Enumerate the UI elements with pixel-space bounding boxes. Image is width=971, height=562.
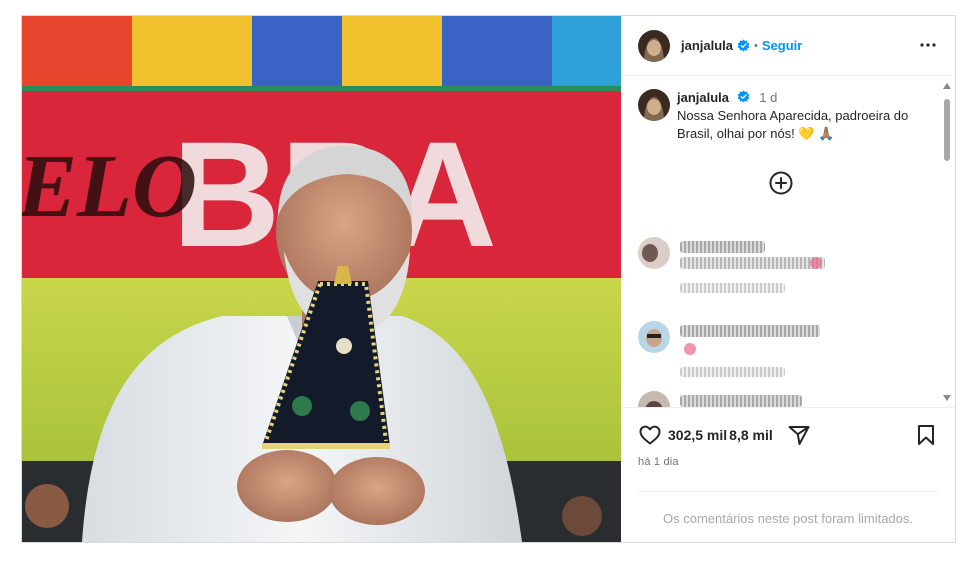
post-side-panel: janjalula • Seguir janjalula 1 d Nossa S… (621, 16, 955, 542)
follow-button[interactable]: Seguir (762, 38, 802, 53)
comments-scrollbar[interactable] (942, 81, 951, 403)
verified-badge-icon (737, 39, 750, 52)
blurred-emoji (684, 343, 696, 355)
avatar[interactable] (638, 89, 670, 121)
post-caption: janjalula 1 d Nossa Senhora Aparecida, p… (638, 89, 938, 143)
more-options-icon[interactable] (919, 38, 937, 52)
comment-avatar[interactable] (638, 321, 670, 353)
bookmark-icon[interactable] (914, 423, 938, 447)
header-username[interactable]: janjalula (681, 38, 733, 53)
blurred-username (680, 241, 765, 253)
send-icon[interactable] (787, 423, 811, 447)
instagram-post: BRA ELO (21, 15, 956, 543)
comment-item (638, 391, 938, 407)
comment-avatar[interactable] (638, 237, 670, 269)
blurred-comment-text (680, 395, 802, 407)
caption-text: Nossa Senhora Aparecida, padroeira do Br… (677, 108, 909, 141)
comments-limited-notice: Os comentários neste post foram limitado… (638, 491, 938, 526)
blurred-comment-text (680, 257, 825, 269)
avatar[interactable] (638, 29, 670, 62)
separator-dot: • (754, 39, 758, 52)
post-photo[interactable]: BRA ELO (22, 16, 621, 542)
scrollbar-thumb[interactable] (944, 99, 950, 161)
blurred-meta (680, 367, 785, 377)
comment-item (638, 237, 938, 307)
action-bar: 302,5 mil 8,8 mil (638, 422, 811, 448)
comment-avatar[interactable] (638, 391, 670, 407)
scroll-down-arrow-icon[interactable] (943, 395, 951, 401)
svg-text:ELO: ELO (22, 137, 197, 236)
heart-icon[interactable] (638, 423, 662, 447)
post-header: janjalula • Seguir (621, 16, 955, 76)
comment-item (638, 321, 938, 391)
caption-username[interactable]: janjalula (677, 90, 729, 105)
scroll-up-arrow-icon[interactable] (943, 83, 951, 89)
blurred-comment-text (680, 325, 820, 337)
blurred-emoji (810, 257, 822, 269)
post-photo-image: BRA ELO (22, 16, 621, 542)
comment-count[interactable]: 8,8 mil (729, 427, 773, 443)
post-date[interactable]: há 1 dia (638, 456, 679, 468)
caption-body: janjalula 1 d Nossa Senhora Aparecida, p… (677, 89, 938, 143)
like-count[interactable]: 302,5 mil (668, 427, 727, 443)
blurred-meta (680, 283, 785, 293)
caption-timestamp[interactable]: 1 d (759, 90, 777, 105)
plus-circle-icon[interactable] (769, 171, 793, 195)
comments-list[interactable]: janjalula 1 d Nossa Senhora Aparecida, p… (621, 77, 955, 407)
post-actions: 302,5 mil 8,8 mil há 1 dia Os comentário… (621, 407, 955, 542)
verified-badge-icon (737, 90, 750, 103)
